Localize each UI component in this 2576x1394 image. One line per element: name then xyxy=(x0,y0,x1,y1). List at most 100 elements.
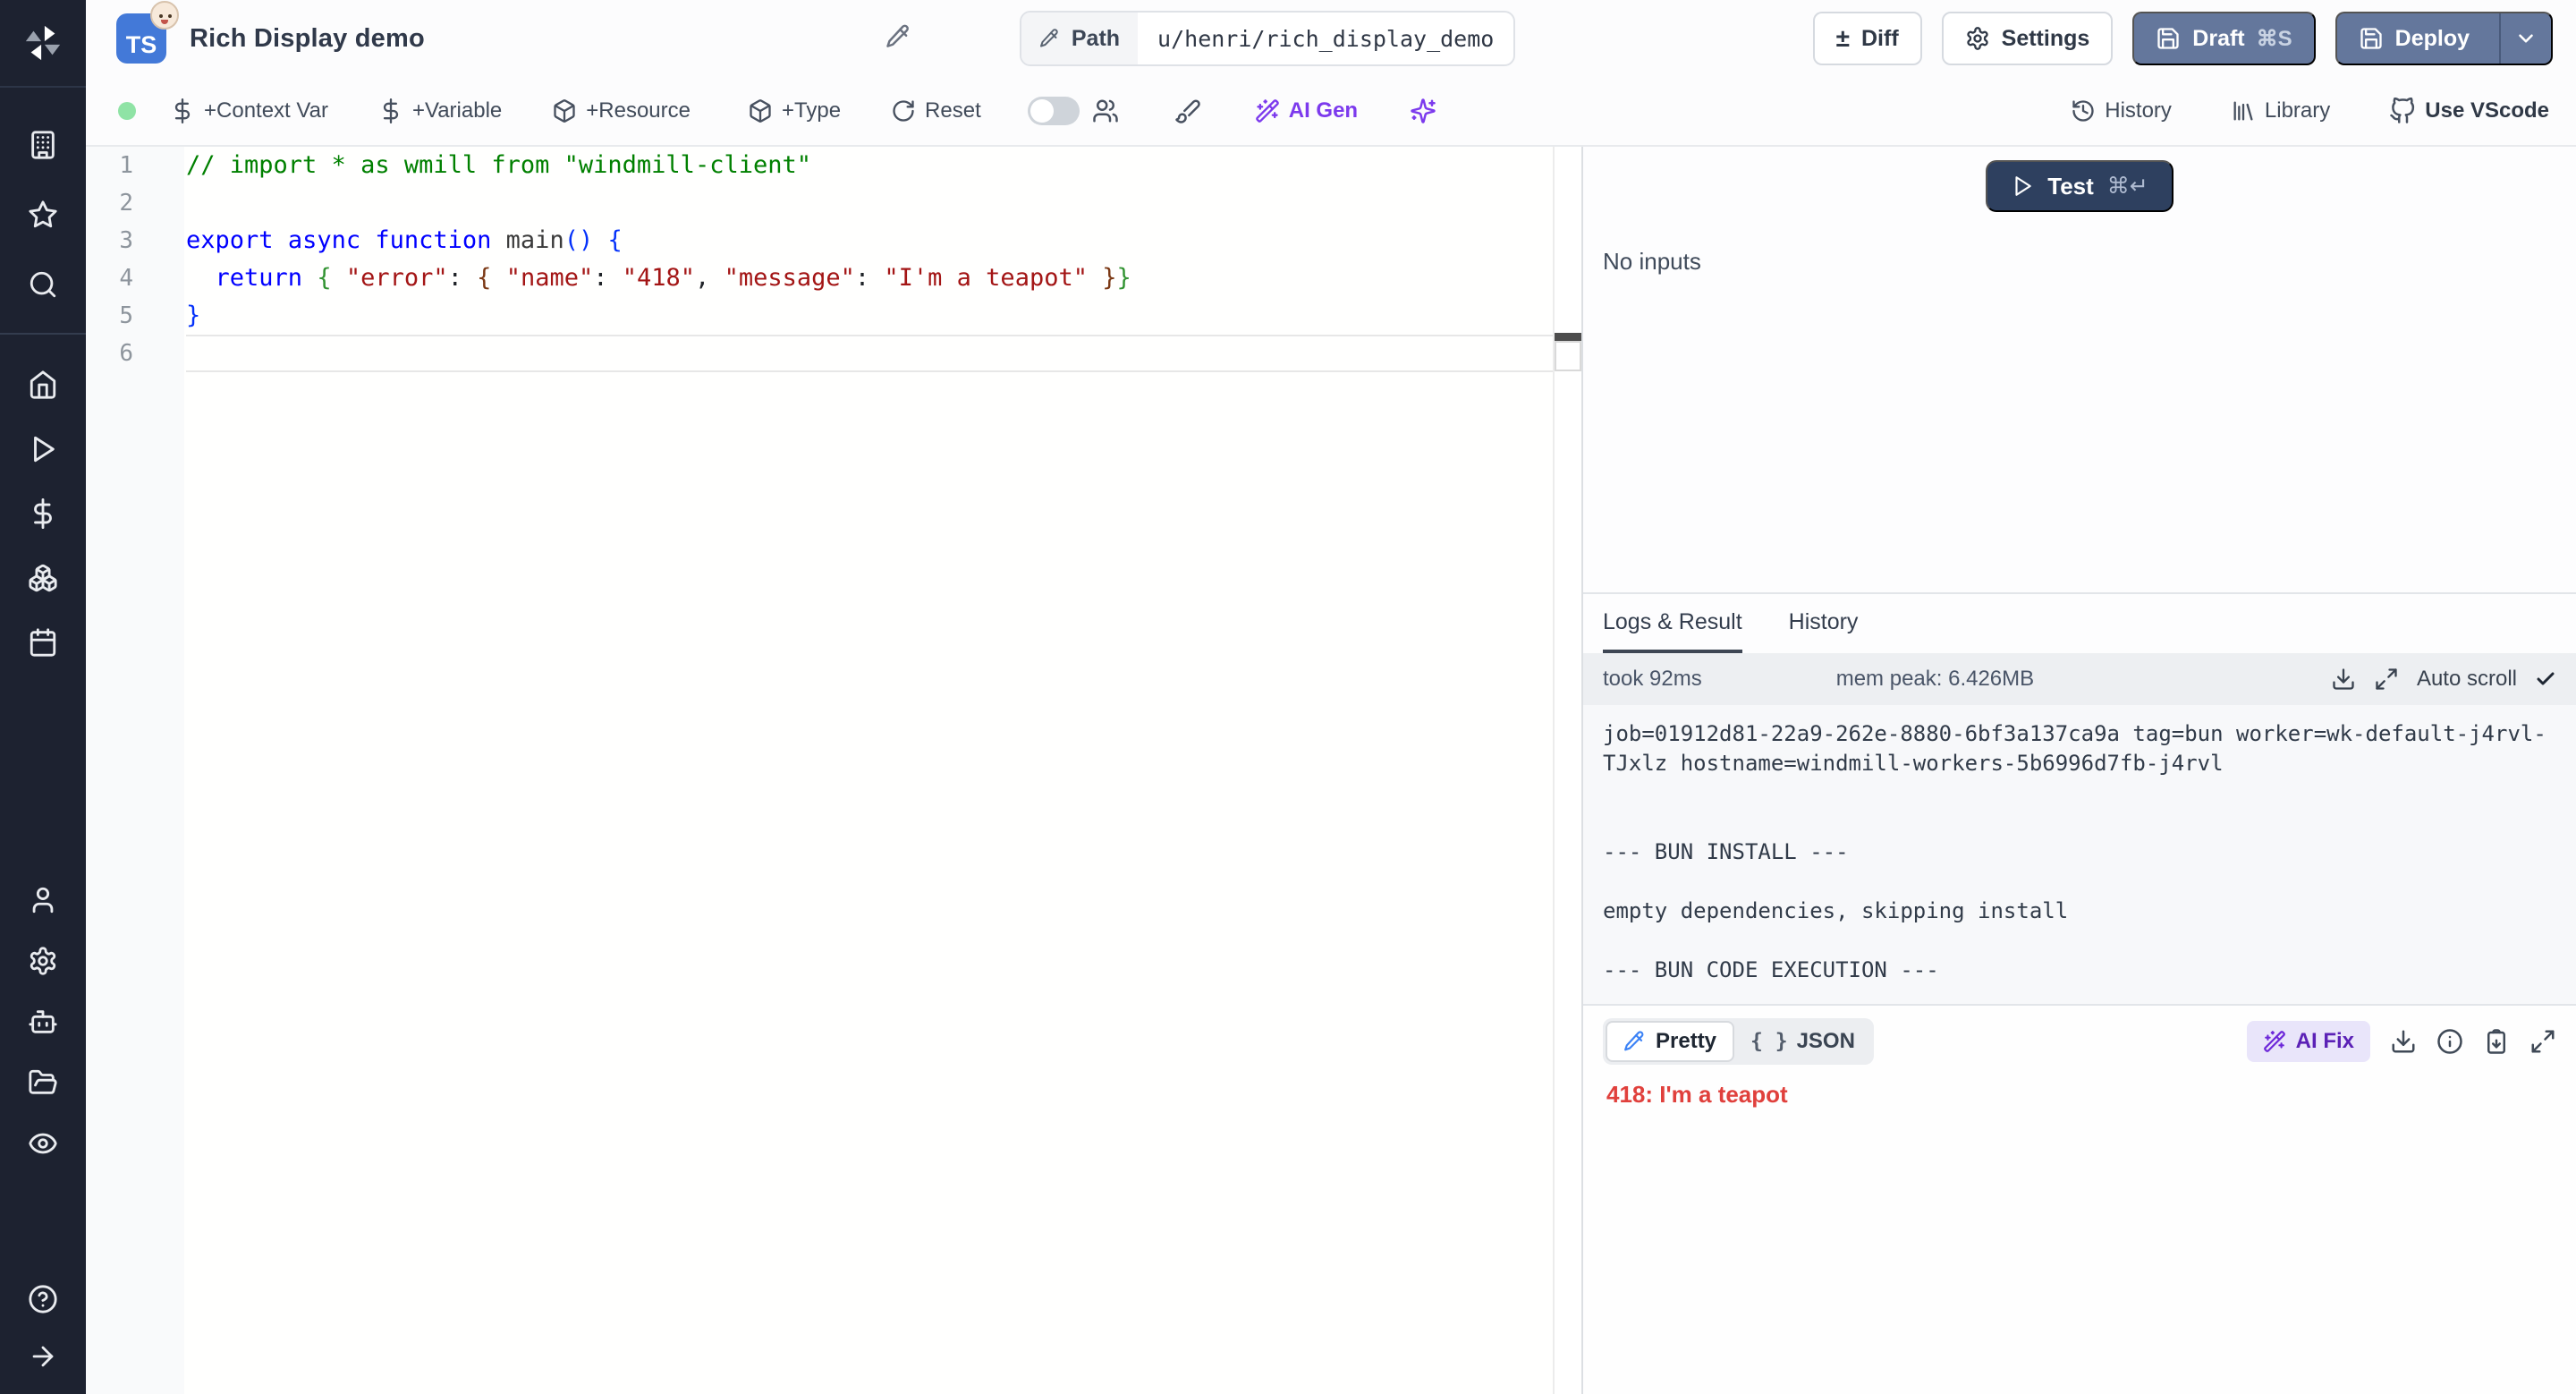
code-line[interactable] xyxy=(186,184,1553,222)
windmill-logo[interactable] xyxy=(0,0,86,88)
ai-assistant-button[interactable] xyxy=(1410,98,1436,124)
logs-section: Logs & Result History took 92ms mem peak… xyxy=(1583,592,2576,1004)
check-icon[interactable] xyxy=(2535,668,2556,690)
download-icon[interactable] xyxy=(2331,667,2356,692)
sidebar-item-home[interactable] xyxy=(27,369,59,401)
expand-icon[interactable] xyxy=(2529,1028,2556,1055)
users-icon xyxy=(1092,98,1119,124)
tab-history[interactable]: History xyxy=(1789,594,1859,653)
resource-label: +Resource xyxy=(586,98,691,123)
diff-button[interactable]: ± Diff xyxy=(1813,12,1922,65)
result-error-text: 418: I'm a teapot xyxy=(1606,1081,2556,1109)
topbar: TS Rich Display demo Path u/henri/rich_d… xyxy=(86,0,2576,77)
sidebar-item-users[interactable] xyxy=(27,884,59,916)
sidebar-item-folders[interactable] xyxy=(27,1067,59,1099)
sidebar-item-runs[interactable] xyxy=(27,433,59,465)
sidebar-item-variables[interactable] xyxy=(27,497,59,530)
editor-overview-ruler[interactable] xyxy=(1553,147,1581,1394)
expand-icon[interactable] xyxy=(2374,667,2399,692)
edit-title-button[interactable] xyxy=(886,23,912,55)
line-number: 2 xyxy=(86,184,184,222)
deploy-button[interactable]: Deploy xyxy=(2335,12,2553,65)
sidebar-item-audit-logs[interactable] xyxy=(27,1127,59,1160)
sidebar-item-resources[interactable] xyxy=(27,562,59,594)
diff-icon: ± xyxy=(1836,26,1850,51)
star-icon xyxy=(28,200,58,230)
draft-button[interactable]: Draft ⌘S xyxy=(2132,12,2315,65)
mem-peak-text: mem peak: 6.426MB xyxy=(1836,667,2034,692)
deploy-main[interactable]: Deploy xyxy=(2337,13,2487,64)
sidebar-item-search[interactable] xyxy=(27,268,59,301)
pen-icon xyxy=(1623,1030,1647,1053)
path-label-section: Path xyxy=(1021,13,1138,64)
reset-button[interactable]: Reset xyxy=(891,98,981,123)
result-view-switcher: Pretty { } JSON xyxy=(1603,1018,1874,1065)
bot-icon xyxy=(28,1007,58,1037)
github-icon xyxy=(2389,98,2416,124)
package-icon xyxy=(552,98,577,123)
code-line[interactable]: // import * as wmill from "windmill-clie… xyxy=(186,147,1553,184)
line-number: 4 xyxy=(86,259,184,297)
dollar-icon xyxy=(378,98,403,123)
reset-icon xyxy=(891,98,916,123)
code-line[interactable]: export async function main() { xyxy=(186,222,1553,259)
library-button[interactable]: Library xyxy=(2231,98,2330,123)
code-line[interactable]: } xyxy=(186,297,1553,335)
pretty-tab[interactable]: Pretty xyxy=(1606,1021,1734,1062)
sidebar-item-workers[interactable] xyxy=(27,1006,59,1038)
sidebar-item-settings[interactable] xyxy=(27,945,59,977)
sidebar-expand[interactable] xyxy=(27,1340,59,1373)
search-icon xyxy=(28,269,58,300)
multiplayer-button[interactable] xyxy=(1092,98,1119,124)
ai-fix-label: AI Fix xyxy=(2296,1029,2354,1054)
package-icon xyxy=(748,98,773,123)
code-lines: // import * as wmill from "windmill-clie… xyxy=(184,147,1553,1394)
log-output[interactable]: job=01912d81-22a9-262e-8880-6bf3a137ca9a… xyxy=(1583,705,2576,1004)
ai-gen-button[interactable]: AI Gen xyxy=(1255,98,1358,123)
settings-button[interactable]: Settings xyxy=(1942,12,2114,65)
draft-shortcut: ⌘S xyxy=(2257,26,2292,52)
wand-icon xyxy=(2263,1030,2286,1053)
sidebar-item-schedules[interactable] xyxy=(27,626,59,659)
typescript-badge: TS xyxy=(116,13,166,64)
code-line[interactable] xyxy=(186,335,1553,372)
help-icon xyxy=(28,1284,58,1314)
clipboard-icon[interactable] xyxy=(2483,1028,2510,1055)
test-button[interactable]: Test ⌘↵ xyxy=(1986,160,2173,212)
tab-logs-result[interactable]: Logs & Result xyxy=(1603,594,1742,653)
add-resource-button[interactable]: +Resource xyxy=(552,98,691,123)
info-icon[interactable] xyxy=(2436,1028,2463,1055)
reset-label: Reset xyxy=(925,98,981,123)
play-icon xyxy=(2011,174,2034,198)
format-button[interactable] xyxy=(1174,98,1201,124)
gear-icon xyxy=(1965,26,1990,51)
overview-current-line xyxy=(1555,341,1581,371)
deploy-dropdown[interactable] xyxy=(2499,13,2551,64)
editor-toolbar: +Context Var +Variable +Resource +Type R… xyxy=(86,77,2576,145)
path-selector[interactable]: Path u/henri/rich_display_demo xyxy=(1020,11,1515,66)
json-tab[interactable]: { } JSON xyxy=(1734,1023,1871,1060)
overview-cursor-mark xyxy=(1555,333,1581,341)
add-type-button[interactable]: +Type xyxy=(748,98,841,123)
sparkles-icon xyxy=(1410,98,1436,124)
use-vscode-button[interactable]: Use VScode xyxy=(2389,98,2549,124)
deploy-label: Deploy xyxy=(2395,26,2470,52)
run-stats-bar: took 92ms mem peak: 6.426MB Auto scroll xyxy=(1583,653,2576,705)
sidebar-item-workspace[interactable] xyxy=(27,129,59,161)
pencil-icon xyxy=(886,23,912,50)
code-editor[interactable]: 123456 // import * as wmill from "windmi… xyxy=(86,147,1581,1394)
add-context-var-button[interactable]: +Context Var xyxy=(170,98,328,123)
add-variable-button[interactable]: +Variable xyxy=(378,98,502,123)
code-line[interactable]: return { "error": { "name": "418", "mess… xyxy=(186,259,1553,297)
diff-label: Diff xyxy=(1861,26,1899,52)
sidebar-item-favorites[interactable] xyxy=(27,199,59,231)
diff-mode-toggle[interactable] xyxy=(1028,97,1080,125)
ai-fix-button[interactable]: AI Fix xyxy=(2247,1021,2370,1062)
download-icon[interactable] xyxy=(2390,1028,2417,1055)
result-section: Pretty { } JSON AI Fix xyxy=(1583,1004,2576,1394)
autoscroll-label[interactable]: Auto scroll xyxy=(2417,667,2517,692)
history-button[interactable]: History xyxy=(2071,98,2172,123)
sidebar-divider xyxy=(0,333,86,335)
sidebar-item-help[interactable] xyxy=(27,1283,59,1315)
lang-label: TS xyxy=(126,31,157,59)
